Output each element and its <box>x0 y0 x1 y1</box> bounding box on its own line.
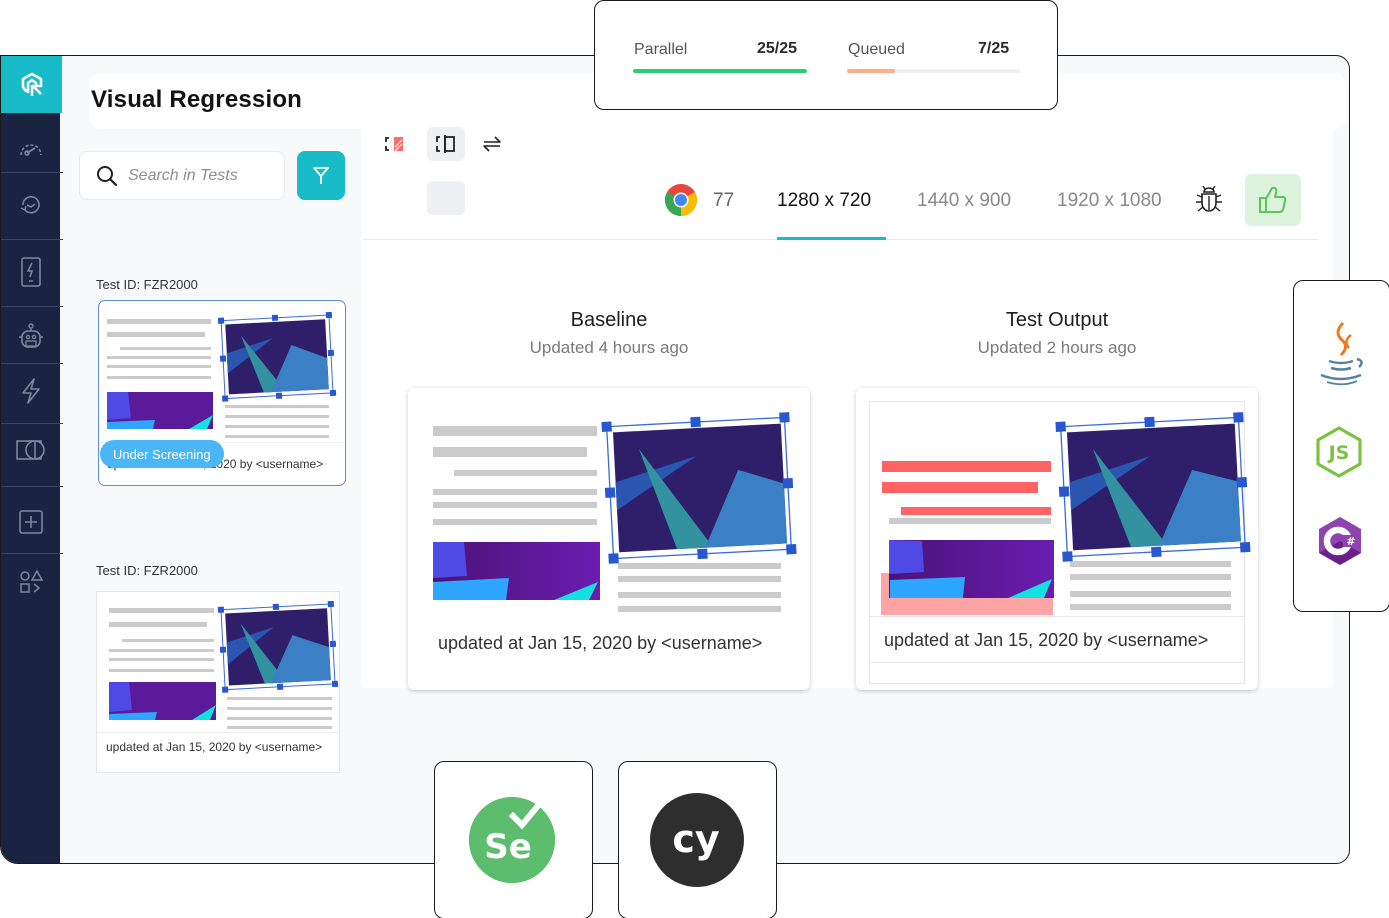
sidebar-item-history[interactable] <box>1 184 60 226</box>
screenshot-thumbnail <box>107 311 337 438</box>
lightning-icon <box>21 378 40 404</box>
queued-label: Queued <box>848 41 905 58</box>
csharp-icon: # <box>1319 517 1361 565</box>
robot-icon <box>18 323 43 348</box>
chrome-icon <box>664 184 698 217</box>
search-icon <box>97 165 118 186</box>
bug-icon <box>1196 185 1222 212</box>
test-thumbnail-card[interactable]: updated at Jan 15, 2020 by <username> <box>96 591 340 773</box>
cypress-icon: cy <box>650 793 744 887</box>
status-badge: Under Screening <box>100 440 224 468</box>
approve-button[interactable] <box>1245 174 1301 226</box>
sidebar-item-automation[interactable] <box>1 316 60 358</box>
output-title: Test Output <box>1005 309 1109 331</box>
cypress-card: cy <box>618 761 777 918</box>
output-screenshot-card[interactable]: updated at Jan 15, 2020 by <username> <box>856 388 1258 690</box>
test-updated-text: updated at Jan 15, 2020 by <username> <box>97 732 339 762</box>
swap-button[interactable] <box>473 127 511 161</box>
queued-value: 7/25 <box>978 40 1010 57</box>
parallel-value: 25/25 <box>757 40 798 57</box>
sidebar-item-dashboard[interactable] <box>1 126 60 168</box>
queued-progress <box>847 69 1020 73</box>
concurrency-card: Parallel 25/25 Queued 7/25 <box>594 0 1058 110</box>
highlight-diff-button[interactable] <box>376 127 414 161</box>
filter-button[interactable] <box>297 151 345 200</box>
tab-resolution-1440[interactable]: 1440 x 900 <box>917 190 1011 212</box>
test-id-label: Test ID: FZR2000 <box>96 277 198 292</box>
baseline-screenshot <box>433 412 797 612</box>
selenium-icon: Se <box>469 797 555 883</box>
swap-arrows-icon <box>483 136 501 152</box>
tab-resolution-1920[interactable]: 1920 x 1080 <box>1057 190 1162 212</box>
baseline-subtitle: Updated 4 hours ago <box>529 338 689 357</box>
sidebar-item-realtime[interactable] <box>1 251 60 293</box>
sidebar <box>1 56 63 863</box>
diff-highlight-icon <box>385 137 403 152</box>
queued-progress-fill <box>847 69 896 73</box>
visual-compare-icon <box>15 440 45 460</box>
browser-version: 77 <box>713 190 735 211</box>
screenshot-thumbnail <box>109 600 339 729</box>
baseline-title: Baseline <box>570 309 648 331</box>
tab-resolution-1280[interactable]: 1280 x 720 <box>777 190 871 212</box>
nodejs-icon: JS <box>1316 426 1362 478</box>
parallel-progress-fill <box>633 69 807 73</box>
baseline-screenshot-card[interactable]: updated at Jan 15, 2020 by <username> <box>408 388 810 690</box>
output-updated-text: updated at Jan 15, 2020 by <username> <box>884 630 1209 650</box>
parallel-progress <box>633 69 807 73</box>
sidebar-item-visual[interactable] <box>1 429 60 471</box>
java-icon <box>1320 321 1363 386</box>
search-box[interactable] <box>79 151 285 200</box>
sidebar-item-hyperexecute[interactable] <box>1 370 60 412</box>
languages-card: JS # <box>1293 280 1389 612</box>
sidebar-item-integrations[interactable] <box>1 561 60 603</box>
svg-text:cy: cy <box>672 817 720 861</box>
test-id-label: Test ID: FZR2000 <box>96 563 198 578</box>
split-view-icon <box>436 135 455 153</box>
filter-icon <box>313 166 329 184</box>
speedometer-icon <box>19 144 42 156</box>
clock-refresh-icon <box>20 195 40 214</box>
integrations-icon <box>19 569 43 593</box>
parallel-label: Parallel <box>634 41 688 58</box>
active-tab-indicator <box>777 237 886 240</box>
selenium-card: Se <box>434 761 593 918</box>
report-bug-button[interactable] <box>1193 184 1225 216</box>
search-input[interactable] <box>128 166 278 185</box>
output-screenshot <box>881 412 1251 615</box>
page-title: Visual Regression <box>91 86 303 113</box>
baseline-updated-text: updated at Jan 15, 2020 by <username> <box>438 633 763 653</box>
logo-icon <box>21 72 42 96</box>
thumbs-up-icon <box>1259 186 1287 213</box>
svg-text:#: # <box>1346 535 1355 548</box>
sidebar-item-add[interactable] <box>1 501 60 543</box>
svg-text:JS: JS <box>1327 442 1350 464</box>
mobile-lightning-icon <box>20 257 41 287</box>
side-by-side-button[interactable] <box>427 181 465 215</box>
svg-text:Se: Se <box>484 827 532 867</box>
sidebar-item-home[interactable] <box>1 56 62 113</box>
split-view-button[interactable] <box>427 127 465 161</box>
output-subtitle: Updated 2 hours ago <box>977 338 1137 357</box>
plus-square-icon <box>18 510 43 534</box>
